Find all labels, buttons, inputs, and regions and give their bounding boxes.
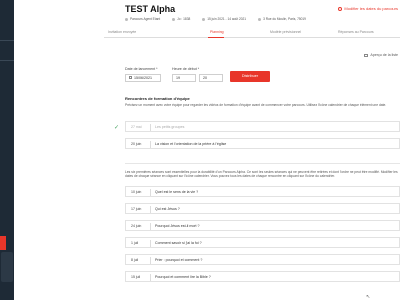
meta-item: 15 juin 2021 - 14 août 2021 [202,17,246,21]
alert-icon [338,6,343,11]
mouse-cursor-icon: ↖ [366,294,371,300]
session-row[interactable]: 27 mai Les petits groupes [125,121,400,132]
hour-input[interactable]: 19 [172,74,196,82]
date-input[interactable]: 15/06/2021 [125,74,161,82]
sidebar-user-panel[interactable] [1,252,13,282]
tab-planning[interactable]: Planning [210,30,224,34]
minute-input[interactable]: 20 [199,74,223,82]
session-row[interactable]: 15 juil Pourquoi et comment lire la Bible… [125,271,400,282]
tab-bar: Invitation envoyée Planning Modèle prévi… [104,30,400,38]
section-description: Précisez un moment avec votre équipe pou… [125,103,387,107]
session-row[interactable]: 17 juin Qui est Jésus ? [125,203,400,214]
edit-dates-link[interactable]: Modifier les dates du parcours [338,6,398,11]
section-title: Rencontres de formation d'équipe [125,96,190,101]
tab-invitation[interactable]: Invitation envoyée [108,30,136,34]
tab-modele[interactable]: Modèle prévisionnel [270,30,301,34]
session-row[interactable]: 24 juin Pourquoi Jésus est-il mort ? [125,220,400,231]
sidebar-divider [0,60,14,61]
meta-item: Jo : 1838 [172,17,190,21]
sidebar-divider [0,40,14,41]
sidebar-active-indicator[interactable] [0,236,6,250]
user-icon [125,17,128,21]
meta-item: 3 Rue du Moulin, Paris, 75019 [258,17,306,21]
course-meta: Parcours Agent Etant Jo : 1838 15 juin 2… [125,17,365,21]
calendar-icon [129,76,132,80]
distribute-button[interactable]: Distribuer [230,71,270,82]
session-row[interactable]: 10 juin Quel est le sens de la vie ? [125,186,400,197]
meta-item: Parcours Agent Etant [125,17,160,21]
tab-reponses[interactable]: Réponses au Parcours [338,30,374,34]
active-tab-underline [208,37,224,38]
page-title: TEST Alpha [125,4,176,14]
sidebar [0,0,14,300]
session-row[interactable]: 20 juin La vision et l'orientation de la … [125,138,400,149]
session-row[interactable]: 8 juil Prier : pourquoi et comment ? [125,254,400,265]
section-description: Les six premières séances sont essentiel… [125,170,398,179]
preview-link[interactable]: Aperçu de la liste [364,53,398,57]
date-label: Date de lancement * [125,67,158,71]
main-content: TEST Alpha Modifier les dates du parcour… [14,0,400,300]
calendar-icon [202,17,206,21]
preview-icon [364,53,369,57]
clock-icon [172,17,176,21]
hour-label: Heure de début * [172,67,200,71]
check-icon: ✓ [114,125,120,131]
location-icon [258,17,262,21]
session-row[interactable]: 1 juil Comment savoir si j'ai la foi ? [125,237,400,248]
section-divider [125,163,400,164]
